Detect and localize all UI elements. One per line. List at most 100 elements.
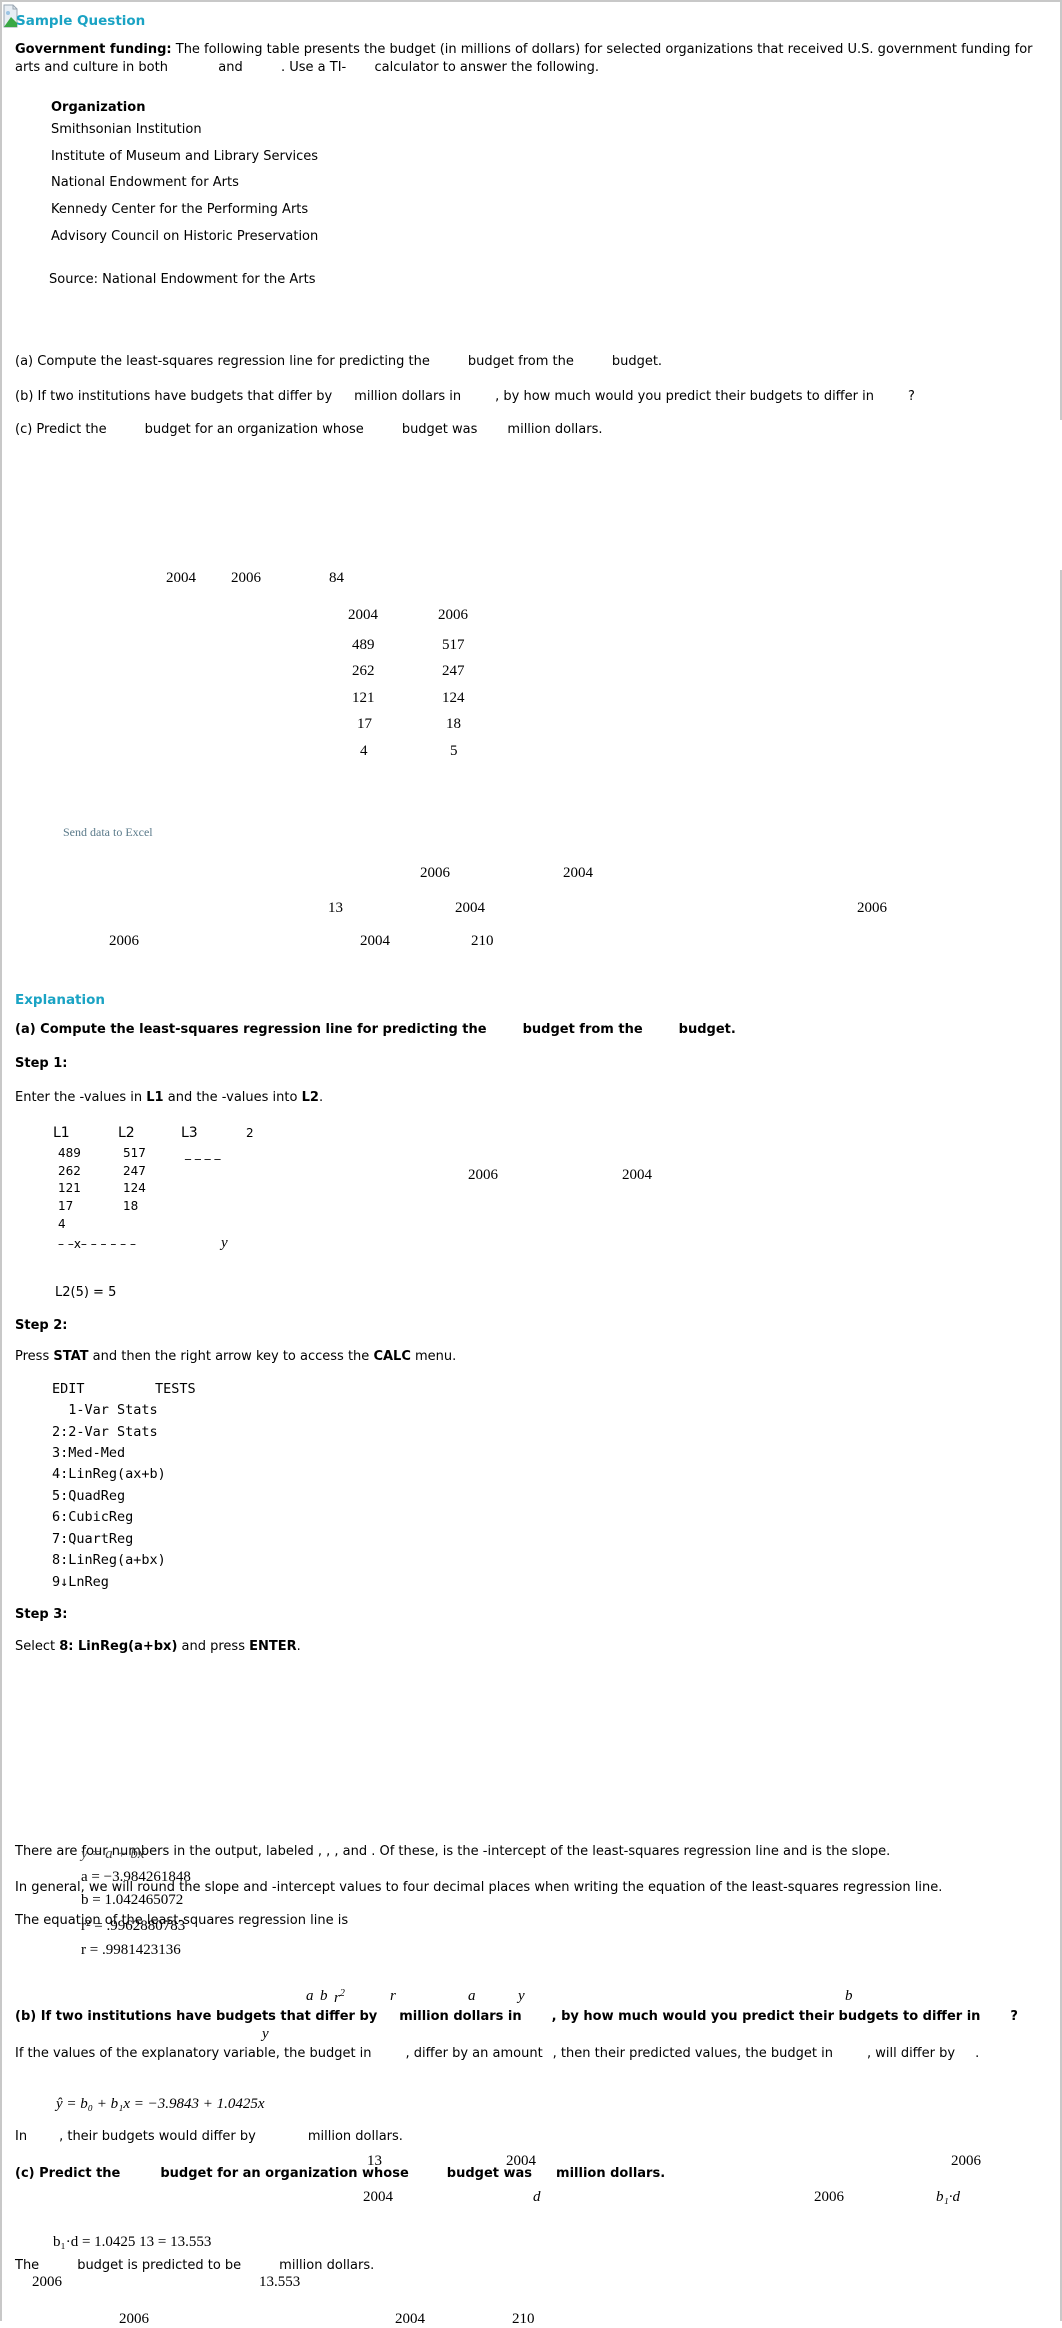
math-value: 13 <box>328 900 343 916</box>
step2-text-3: menu. <box>415 1349 457 1364</box>
calc-menu-item: 1-Var Stats <box>52 1402 158 1418</box>
label-r: r <box>390 1988 396 2004</box>
intro-and: and <box>218 60 243 75</box>
c-row-2004: 2004 <box>363 2189 393 2205</box>
send-data-to-excel-link[interactable]: Send data to Excel <box>63 825 153 840</box>
calc-menu-item: 8:LinReg(a+bx) <box>52 1552 166 1568</box>
step-2-text: Press STAT and then the right arrow key … <box>15 1349 456 1364</box>
output-r-value: r = .9981423136 <box>81 1942 181 1958</box>
c-heading-2: budget for an organization whose <box>160 2166 409 2181</box>
label-b-slope: b <box>845 1988 853 2004</box>
label-y: y <box>518 1988 525 2004</box>
b-heading-4: ? <box>1010 2009 1018 2024</box>
heading-text-1: (a) Compute the least-squares regression… <box>15 1022 487 1037</box>
step-1-text: Enter the -values in L1 and the -values … <box>15 1090 323 1105</box>
budget-cell: 247 <box>442 663 465 679</box>
part-c-text-2: budget for an organization whose <box>144 422 364 437</box>
list-header-L3: L3 <box>181 1125 198 1141</box>
explanation-part-c-heading: (c) Predict the budget for an organizatio… <box>15 2166 665 2181</box>
math-year: 2004 <box>455 900 485 916</box>
step3-text-1: Select <box>15 1639 56 1654</box>
b1d-calculation: b₁·d = 1.0425 13 = 13.553 <box>53 2234 212 2250</box>
prediction-value: 13.553 <box>259 2274 301 2290</box>
step1-text-2: and the -values into <box>167 1090 298 1105</box>
math-year: 2004 <box>360 933 390 949</box>
budget-cell: 17 <box>357 716 372 732</box>
calc-menu-name: CALC <box>373 1349 411 1364</box>
left-border-lower <box>0 570 2 2321</box>
part-c-text-3: budget was <box>401 422 478 437</box>
budget-cell: 517 <box>442 637 465 653</box>
part-b-explanation: If the values of the explanatory variabl… <box>15 2046 979 2061</box>
bottom-year: 2004 <box>395 2311 425 2327</box>
org-row: Institute of Museum and Library Services <box>51 149 319 164</box>
output-r2-value: r² = .9962880783 <box>81 1918 186 1934</box>
list-dash-row: – –x– – – – – – <box>58 1237 136 1251</box>
regression-equation: ŷ = b₀ + b₁x = −3.9843 + 1.0425x <box>56 2096 265 2112</box>
c-heading-3: budget was <box>446 2166 533 2181</box>
intro-text-3: . Use a TI- <box>280 60 347 75</box>
explanation-part-a-heading: (a) Compute the least-squares regression… <box>15 1022 736 1037</box>
budget-cell: 262 <box>352 663 375 679</box>
list-L3-dashes: _ _ _ _ <box>185 1146 221 1160</box>
c-row-b1d: b₁·d <box>936 2189 960 2205</box>
part-a-text-3: budget. <box>611 354 663 369</box>
list-header-L2: L2 <box>118 1125 135 1141</box>
step-3-label: Step 3: <box>15 1607 68 1622</box>
label-a-intercept: a <box>468 1988 476 2004</box>
enter-key: ENTER <box>249 1639 297 1654</box>
calc-menu-item: 9↓LnReg <box>52 1574 109 1590</box>
output-b-value: b = 1.042465072 <box>81 1892 184 1908</box>
b-text-3: , then their predicted values, the budge… <box>552 2046 833 2061</box>
in-text-2: , their budgets would differ by <box>59 2129 256 2144</box>
part-b-text-2: million dollars in <box>354 389 462 404</box>
page-title: Sample Question <box>16 13 146 29</box>
budget-cell: 121 <box>352 690 375 706</box>
calc-menu-item: 4:LinReg(ax+b) <box>52 1466 166 1482</box>
intro-text-2: arts and culture in both <box>15 60 168 75</box>
source-note: Source: National Endowment for the Arts <box>49 272 316 287</box>
step2-text-1: Press <box>15 1349 50 1364</box>
label-r2: r2 <box>334 1988 345 2006</box>
org-row: Kennedy Center for the Performing Arts <box>51 202 309 217</box>
linreg-option: 8: LinReg(a+bx) <box>59 1639 178 1654</box>
step2-text-2: and then the right arrow key to access t… <box>92 1349 370 1364</box>
math-year: 2004 <box>563 865 593 881</box>
part-b-text-1: (b) If two institutions have budgets tha… <box>15 389 333 404</box>
in-text-1: In <box>15 2129 28 2144</box>
calc-tab-tests: TESTS <box>155 1381 196 1397</box>
the-text-1: The <box>15 2258 40 2273</box>
question-part-b: (b) If two institutions have budgets tha… <box>15 389 915 404</box>
list-header-L1: L1 <box>53 1125 70 1141</box>
calc-menu-item: 7:QuartReg <box>52 1531 134 1547</box>
in-text-3: million dollars. <box>307 2129 403 2144</box>
calc-menu-item: 6:CubicReg <box>52 1509 134 1525</box>
list-L1-value: 17 <box>58 1199 74 1213</box>
heading-text-3: budget. <box>678 1022 736 1037</box>
c-heading-1: (c) Predict the <box>15 2166 121 2181</box>
calc-menu-item: 3:Med-Med <box>52 1445 126 1461</box>
b-text-5: . <box>975 2046 980 2061</box>
part-c-text-4: million dollars. <box>507 422 603 437</box>
explanation-part-b-heading: (b) If two institutions have budgets tha… <box>15 2009 1018 2024</box>
question-intro-line-1: Government funding: The following table … <box>15 42 1033 57</box>
list-L2-value: 124 <box>123 1181 146 1195</box>
list-L1-value: 4 <box>58 1217 66 1231</box>
math-year: 2006 <box>857 900 887 916</box>
math-year: 2004 <box>166 570 196 586</box>
budget-col-header-2006: 2006 <box>438 607 468 623</box>
calc-menu-item: 2:2-Var Stats <box>52 1424 158 1440</box>
frame-top-border <box>0 0 1062 2</box>
step1-L1: L1 <box>146 1090 164 1105</box>
step-3-text: Select 8: LinReg(a+bx) and press ENTER. <box>15 1639 301 1654</box>
output-a-value: a = −3.984261848 <box>81 1869 191 1885</box>
overlay-2006: 2006 <box>951 2153 981 2169</box>
math-year: 2006 <box>109 933 139 949</box>
math-value: 84 <box>329 570 344 586</box>
label-a: a <box>306 1988 314 2004</box>
step1-L2: L2 <box>301 1090 319 1105</box>
c-row-2006: 2006 <box>814 2189 844 2205</box>
y-label: y <box>221 1235 228 1251</box>
list-L2-value: 18 <box>123 1199 139 1213</box>
org-row: National Endowment for Arts <box>51 175 239 190</box>
